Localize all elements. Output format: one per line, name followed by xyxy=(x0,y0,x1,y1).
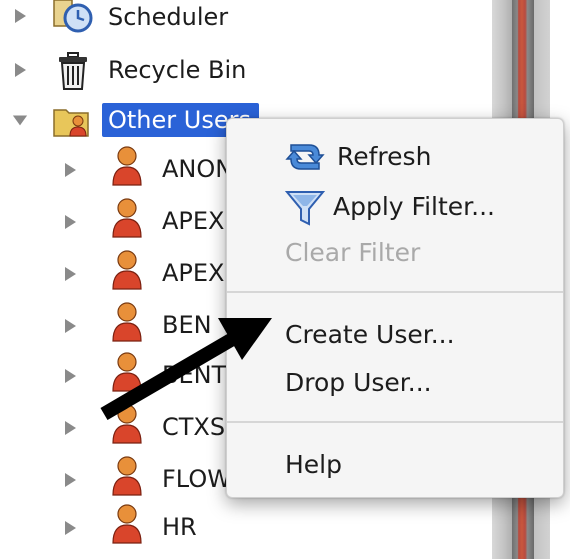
menu-separator xyxy=(227,291,563,293)
menu-item-label: Create User... xyxy=(285,320,455,349)
tree-item-label: BEN xyxy=(162,311,212,339)
chevron-right-icon[interactable] xyxy=(12,62,28,78)
menu-item-label: Help xyxy=(285,450,342,479)
tree-item-label: FLOW xyxy=(162,465,231,493)
user-icon xyxy=(112,404,142,444)
users-folder-icon xyxy=(53,109,89,137)
chevron-right-icon[interactable] xyxy=(62,214,78,230)
menu-item-help[interactable]: Help xyxy=(227,445,563,485)
user-icon xyxy=(112,146,142,186)
menu-separator xyxy=(227,421,563,423)
scheduler-icon xyxy=(53,0,93,33)
refresh-icon xyxy=(285,144,325,170)
tree-item-label: BENT xyxy=(162,361,227,389)
chevron-right-icon[interactable] xyxy=(62,162,78,178)
user-icon xyxy=(112,198,142,238)
user-icon xyxy=(112,352,142,392)
tree-item-label: ANON xyxy=(162,155,234,183)
menu-item-label: Apply Filter... xyxy=(333,192,495,221)
chevron-right-icon[interactable] xyxy=(62,420,78,436)
menu-item-drop-user[interactable]: Drop User... xyxy=(227,363,563,403)
chevron-right-icon[interactable] xyxy=(62,520,78,536)
chevron-right-icon[interactable] xyxy=(62,472,78,488)
user-icon xyxy=(112,302,142,342)
chevron-right-icon[interactable] xyxy=(62,368,78,384)
user-icon xyxy=(112,456,142,496)
tree-item-label: Scheduler xyxy=(108,3,229,31)
menu-item-create-user[interactable]: Create User... xyxy=(227,315,563,355)
menu-item-label: Refresh xyxy=(337,142,432,171)
user-icon xyxy=(112,250,142,290)
trash-icon xyxy=(59,52,87,90)
chevron-down-icon[interactable] xyxy=(12,112,28,128)
menu-item-apply-filter[interactable]: Apply Filter... xyxy=(227,187,563,227)
user-icon xyxy=(112,504,142,544)
chevron-right-icon[interactable] xyxy=(12,8,28,24)
menu-item-label: Clear Filter xyxy=(285,238,421,267)
chevron-right-icon[interactable] xyxy=(62,318,78,334)
tree-item-label: APEX xyxy=(162,259,225,287)
context-menu: Refresh Apply Filter... Clear Filter Cre… xyxy=(226,118,564,498)
tree-panel: Scheduler Recycle Bin Other Users ANON AP… xyxy=(0,0,570,559)
tree-item-label: APEX xyxy=(162,207,225,235)
menu-item-clear-filter: Clear Filter xyxy=(227,233,563,273)
tree-item-label: Recycle Bin xyxy=(108,56,247,84)
tree-item-label: CTXS xyxy=(162,413,226,441)
tree-item-label: HR xyxy=(162,513,197,541)
chevron-right-icon[interactable] xyxy=(62,266,78,282)
menu-item-label: Drop User... xyxy=(285,368,432,397)
menu-item-refresh[interactable]: Refresh xyxy=(227,137,563,177)
funnel-filter-icon xyxy=(284,191,326,226)
